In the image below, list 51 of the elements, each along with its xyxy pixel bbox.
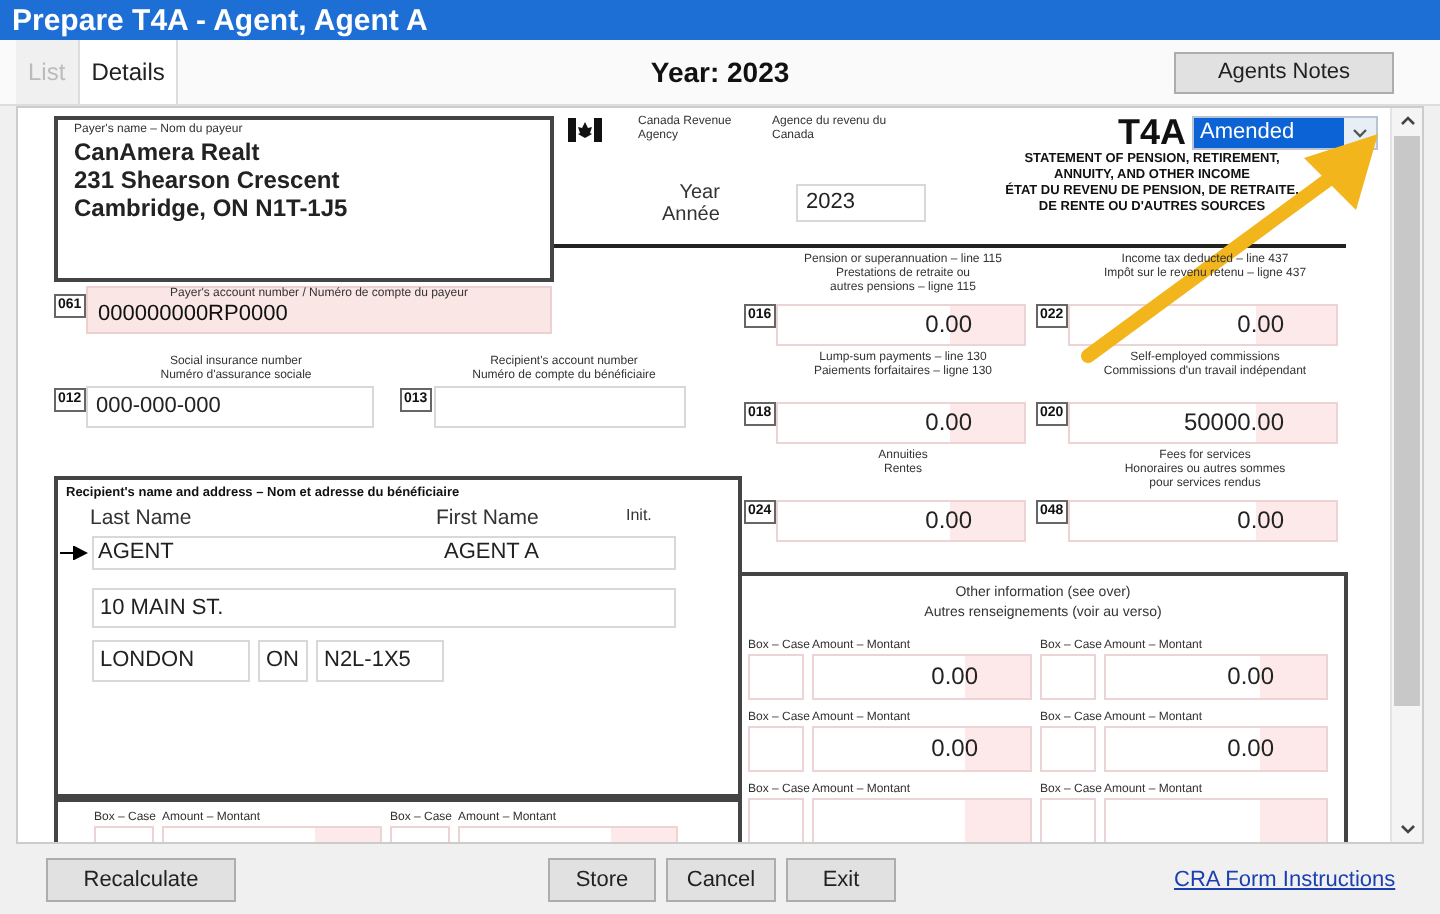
arrow-icon [60,546,88,560]
window-title: Prepare T4A - Agent, Agent A [12,3,428,37]
box-field[interactable] [748,726,804,772]
payer-line: Cambridge, ON N1T-1J5 [74,194,350,222]
amount-field[interactable]: 50000.00 [1067,402,1338,444]
field-label: Init. [626,506,652,524]
field-value: AGENT A [444,538,539,568]
field-label: Last Name [90,506,192,530]
recalculate-button[interactable]: Recalculate [46,857,236,901]
box-field[interactable] [748,798,804,842]
input-field[interactable]: 000-000-000 [86,386,374,428]
payer-line: 231 Shearson Crescent [74,166,342,194]
field-value: 000000000RP0000 [96,302,290,328]
scroll-thumb[interactable] [1394,136,1420,706]
amount-field[interactable]: 0.00 [775,304,1026,346]
field-value: AGENT [98,538,174,568]
name-field[interactable]: AGENT AGENT A [92,536,676,570]
agents-notes-button[interactable]: Agents Notes [1174,51,1394,93]
amount-field[interactable]: 0.00 [812,726,1032,772]
province-field[interactable]: ON [258,640,308,682]
form-code: T4A [1118,112,1187,153]
year-label: Year [677,182,720,204]
flag-icon [568,118,602,142]
tab[interactable]: Details [79,40,179,104]
amount-field[interactable]: 0.00 [775,500,1026,542]
payer-line: CanAmera Realt [74,138,262,166]
box-field[interactable] [1040,726,1096,772]
input-field[interactable] [434,386,686,428]
amount-field[interactable]: 0.00 [1067,500,1338,542]
amount-field[interactable]: 0.00 [1104,654,1328,700]
year-heading: Year: 2023 [650,56,790,88]
status-dropdown[interactable]: Amended [1192,116,1378,150]
box-field[interactable] [1040,654,1096,700]
amount-field[interactable]: 0.00 [775,402,1026,444]
amount-field[interactable]: 0.00 [812,654,1032,700]
address-field[interactable]: 10 MAIN ST. [92,588,676,628]
postal-code-field[interactable]: N2L-1X5 [316,640,444,682]
field-label: First Name [436,506,539,530]
box-field[interactable] [748,654,804,700]
exit-button[interactable]: Exit [786,857,896,901]
cancel-button[interactable]: Cancel [666,857,776,901]
store-button[interactable]: Store [548,857,656,901]
amount-field[interactable]: 0.00 [1067,304,1338,346]
city-field[interactable]: LONDON [92,640,250,682]
year-label: Année [662,204,720,226]
amount-field[interactable] [812,798,1032,842]
instructions-link[interactable]: CRA Form Instructions [1174,867,1396,891]
amount-field[interactable]: 0.00 [1104,726,1328,772]
box-field[interactable] [1040,798,1096,842]
year-field[interactable]: 2023 [796,184,926,222]
amount-field[interactable] [1104,798,1328,842]
